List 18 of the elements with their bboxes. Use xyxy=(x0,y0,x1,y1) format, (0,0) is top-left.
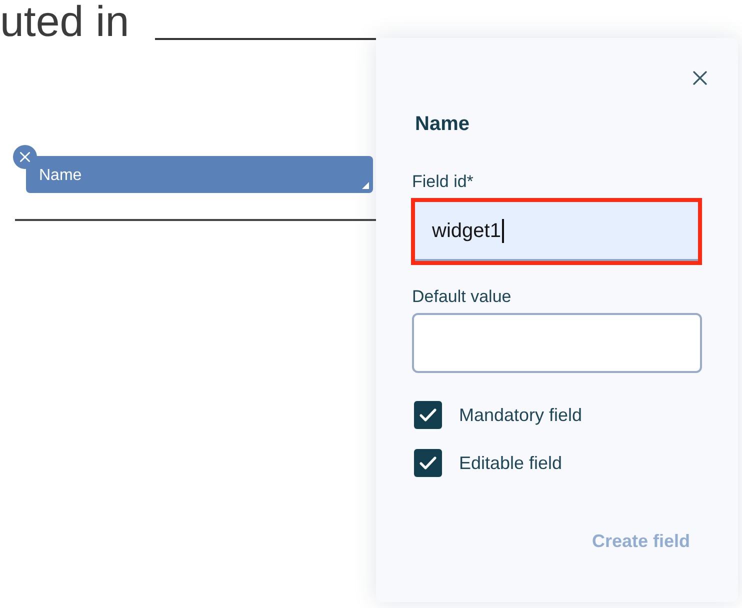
checkmark-icon xyxy=(419,456,437,470)
panel-title: Name xyxy=(415,112,470,136)
checkbox-label: Editable field xyxy=(459,452,562,474)
field-label: Field id* xyxy=(412,172,474,192)
text-input[interactable]: widget1 xyxy=(415,202,698,261)
checkbox-label: Mandatory field xyxy=(459,404,582,426)
text-input[interactable] xyxy=(412,313,702,373)
form-field-chip[interactable]: Name xyxy=(26,156,373,193)
checkbox[interactable] xyxy=(414,401,442,429)
text-caret-icon xyxy=(502,218,504,242)
close-icon xyxy=(693,71,707,85)
checkmark-icon xyxy=(419,408,437,422)
close-icon xyxy=(20,152,30,162)
field-label: Default value xyxy=(412,287,512,307)
checkbox[interactable] xyxy=(414,449,442,477)
close-button[interactable] xyxy=(692,70,708,86)
resize-handle-icon[interactable] xyxy=(362,182,369,189)
document-text: uted in xyxy=(0,1,130,44)
